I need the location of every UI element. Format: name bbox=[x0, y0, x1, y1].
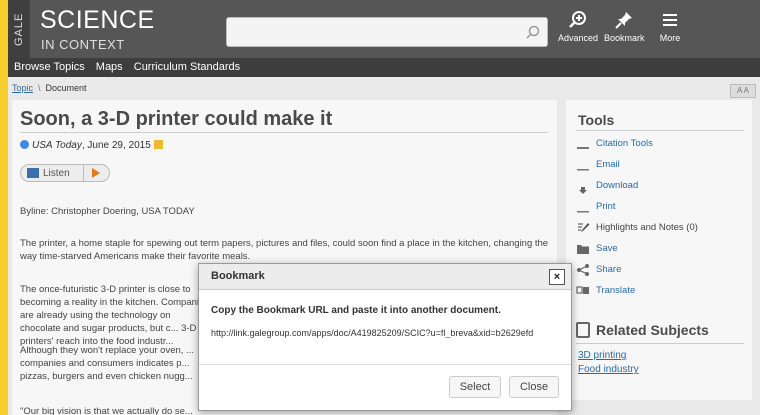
brand-title[interactable]: SCIENCE bbox=[40, 7, 155, 33]
play-icon[interactable] bbox=[92, 168, 100, 178]
breadcrumb: Topic \ Document bbox=[12, 83, 87, 93]
tool-citation-label: Citation Tools bbox=[596, 138, 653, 149]
bookmark-url[interactable]: http://link.galegroup.com/apps/doc/A4198… bbox=[211, 328, 561, 338]
highlight-pen-icon bbox=[578, 223, 590, 232]
print-icon bbox=[577, 211, 589, 213]
share-icon bbox=[577, 264, 589, 276]
related-subjects-heading: Related Subjects bbox=[596, 322, 709, 338]
bookmark-dialog: Bookmark × Copy the Bookmark URL and pas… bbox=[198, 263, 572, 411]
sidebar: Tools Citation Tools Email Download Prin… bbox=[566, 100, 752, 400]
download-icon bbox=[579, 187, 587, 194]
tool-email-label: Email bbox=[596, 159, 620, 170]
source-type-icon bbox=[20, 140, 29, 149]
related-subjects-icon bbox=[576, 322, 590, 338]
document-icon bbox=[153, 140, 163, 149]
speaker-icon bbox=[27, 168, 39, 178]
close-button[interactable]: Close bbox=[509, 376, 559, 398]
article-source: USA Today, June 29, 2015 bbox=[20, 140, 163, 151]
related-divider bbox=[576, 343, 744, 344]
nav-curriculum-standards[interactable]: Curriculum Standards bbox=[134, 61, 240, 73]
breadcrumb-separator: \ bbox=[38, 83, 41, 93]
text-size-toggle[interactable]: A A bbox=[730, 84, 756, 98]
app-window: GALE SCIENCE IN CONTEXT Advanced Bookmar… bbox=[8, 0, 760, 415]
related-link-food-industry[interactable]: Food industry bbox=[578, 364, 639, 375]
article-paragraph-3: Although they won't replace your oven, .… bbox=[20, 345, 194, 382]
advanced-search-label: Advanced bbox=[558, 33, 599, 43]
more-button[interactable]: More bbox=[650, 8, 690, 54]
translate-icon bbox=[576, 286, 589, 294]
dialog-instruction: Copy the Bookmark URL and paste it into … bbox=[211, 305, 501, 316]
close-icon[interactable]: × bbox=[549, 269, 565, 285]
advanced-search-button[interactable]: Advanced bbox=[558, 8, 598, 54]
select-button[interactable]: Select bbox=[449, 376, 501, 398]
dialog-title: Bookmark bbox=[211, 270, 265, 282]
title-divider bbox=[20, 132, 548, 133]
article-paragraph-4: "Our big vision is that we actually do s… bbox=[20, 406, 193, 415]
tool-download-label: Download bbox=[596, 180, 639, 191]
article-byline: Byline: Christopher Doering, USA TODAY bbox=[20, 206, 195, 217]
search-icon[interactable] bbox=[525, 24, 541, 40]
pushpin-icon bbox=[615, 12, 632, 29]
listen-divider bbox=[83, 165, 84, 181]
more-label: More bbox=[659, 33, 681, 43]
tool-save-label: Save bbox=[596, 243, 618, 254]
brand-subtitle: IN CONTEXT bbox=[41, 37, 125, 52]
tools-divider bbox=[576, 130, 744, 131]
tool-print-label: Print bbox=[596, 201, 616, 212]
dialog-header: Bookmark × bbox=[199, 264, 571, 290]
breadcrumb-current: Document bbox=[45, 83, 87, 93]
article-paragraph-1: The printer, a home staple for spewing o… bbox=[20, 238, 549, 262]
header-bar: GALE SCIENCE IN CONTEXT Advanced Bookmar… bbox=[8, 0, 760, 58]
citation-icon bbox=[577, 147, 589, 149]
bookmark-label: Bookmark bbox=[604, 33, 645, 43]
top-nav: Browse Topics Maps Curriculum Standards bbox=[8, 58, 760, 77]
search-input[interactable] bbox=[226, 17, 548, 47]
listen-label: Listen bbox=[43, 168, 70, 179]
article-paragraph-2: The once-futuristic 3-D printer is close… bbox=[20, 284, 210, 347]
breadcrumb-topic[interactable]: Topic bbox=[12, 83, 33, 93]
source-name: USA Today bbox=[32, 140, 82, 151]
dialog-footer: Select Close bbox=[199, 364, 571, 410]
email-icon bbox=[577, 169, 589, 171]
listen-button[interactable]: Listen bbox=[20, 164, 110, 182]
source-date: , June 29, 2015 bbox=[81, 140, 151, 151]
nav-browse-topics[interactable]: Browse Topics bbox=[14, 61, 85, 73]
tool-share-label: Share bbox=[596, 264, 622, 275]
nav-maps[interactable]: Maps bbox=[96, 61, 123, 73]
tools-heading: Tools bbox=[578, 112, 615, 128]
tool-highlights-label: Highlights and Notes (0) bbox=[596, 222, 698, 233]
folder-icon bbox=[577, 245, 589, 254]
tool-translate-label: Translate bbox=[596, 285, 636, 296]
article-title: Soon, a 3-D printer could make it bbox=[20, 108, 333, 130]
related-link-3d-printing[interactable]: 3D printing bbox=[578, 350, 626, 361]
menu-icon bbox=[663, 14, 677, 26]
gale-logo: GALE bbox=[8, 0, 30, 58]
advanced-search-icon bbox=[569, 11, 586, 28]
bookmark-button[interactable]: Bookmark bbox=[604, 8, 645, 54]
